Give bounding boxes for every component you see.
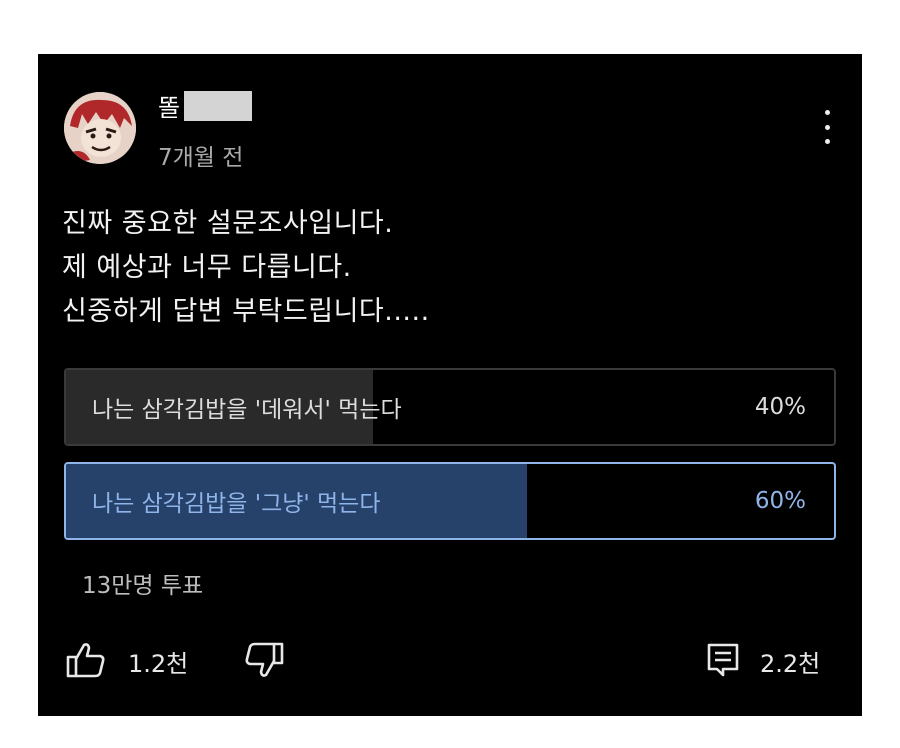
author-name-text: 똘 [158, 94, 181, 122]
author-avatar[interactable] [64, 92, 136, 164]
poll-option-percent: 60% [754, 488, 806, 514]
post-line: 제 예상과 너무 다릅니다. [62, 252, 352, 283]
kebab-menu-icon[interactable] [816, 110, 838, 144]
poll-option-percent: 40% [754, 394, 806, 420]
poll-option-label: 나는 삼각김밥을 '데워서' 먹는다 [92, 397, 402, 423]
comment-count: 2.2천 [760, 650, 821, 678]
poll-option-label: 나는 삼각김밥을 '그냥' 먹는다 [92, 491, 381, 517]
vote-count: 13만명 투표 [82, 573, 204, 599]
thumbs-up-icon[interactable] [66, 642, 106, 682]
post-body: 진짜 중요한 설문조사입니다. 제 예상과 너무 다릅니다. 신중하게 답변 부… [62, 202, 430, 334]
like-count: 1.2천 [128, 650, 189, 678]
redaction-box [184, 90, 253, 121]
post-line: 진짜 중요한 설문조사입니다. [62, 208, 394, 239]
comment-icon[interactable] [706, 642, 740, 682]
thumbs-down-icon[interactable] [244, 642, 284, 682]
action-bar: 1.2천 2.2천 [38, 634, 862, 684]
post-timestamp: 7개월 전 [158, 145, 244, 171]
author-name[interactable]: 똘 [158, 88, 253, 123]
poll-option-1[interactable]: 나는 삼각김밥을 '데워서' 먹는다 40% [64, 368, 836, 446]
poll-option-2[interactable]: 나는 삼각김밥을 '그냥' 먹는다 60% [64, 462, 836, 540]
community-post-card: 똘 7개월 전 진짜 중요한 설문조사입니다. 제 예상과 너무 다릅니다. 신… [38, 54, 862, 716]
post-line: 신중하게 답변 부탁드립니다..... [62, 296, 430, 327]
